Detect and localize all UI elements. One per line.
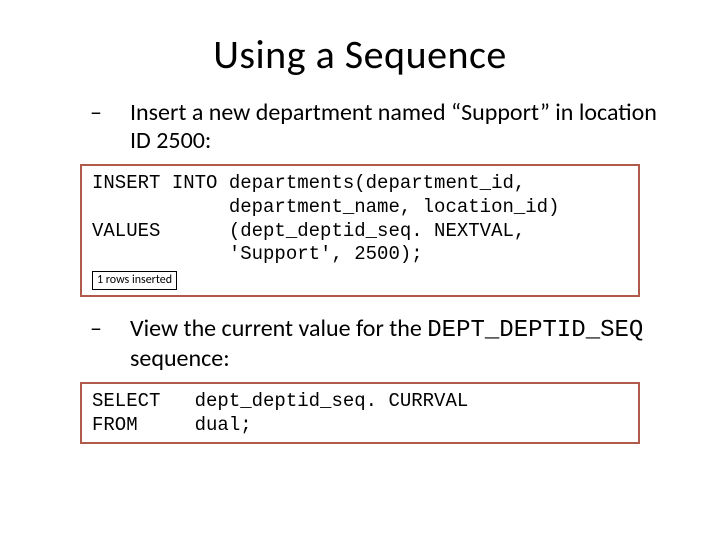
slide: Using a Sequence – Insert a new departme… [0,0,720,540]
bullet-dash: – [110,99,130,127]
bullet-view-text-after: sequence: [130,344,230,373]
bullet-insert: – Insert a new department named “Support… [40,99,680,154]
bullet-insert-text: Insert a new department named “Support” … [130,98,657,155]
code-line: INSERT INTO departments(department_id, [92,172,525,194]
code-line: FROM dual; [92,414,252,436]
bullet-dash: – [110,315,130,343]
code-line: SELECT dept_deptid_seq. CURRVAL [92,390,468,412]
code-block-select: SELECT dept_deptid_seq. CURRVAL FROM dua… [80,382,640,444]
code-line: department_name, location_id) [92,196,559,218]
bullet-view-text-before: View the current value for the [130,314,427,343]
code-block-insert: INSERT INTO departments(department_id, d… [80,164,640,297]
code-line: VALUES (dept_deptid_seq. NEXTVAL, [92,220,525,242]
sequence-name-inline: DEPT_DEPTID_SEQ [427,317,643,344]
code-line: 'Support', 2500); [92,243,423,265]
result-box: 1 rows inserted [92,271,177,290]
page-title: Using a Sequence [40,30,680,79]
bullet-view: – View the current value for the DEPT_DE… [40,315,680,372]
